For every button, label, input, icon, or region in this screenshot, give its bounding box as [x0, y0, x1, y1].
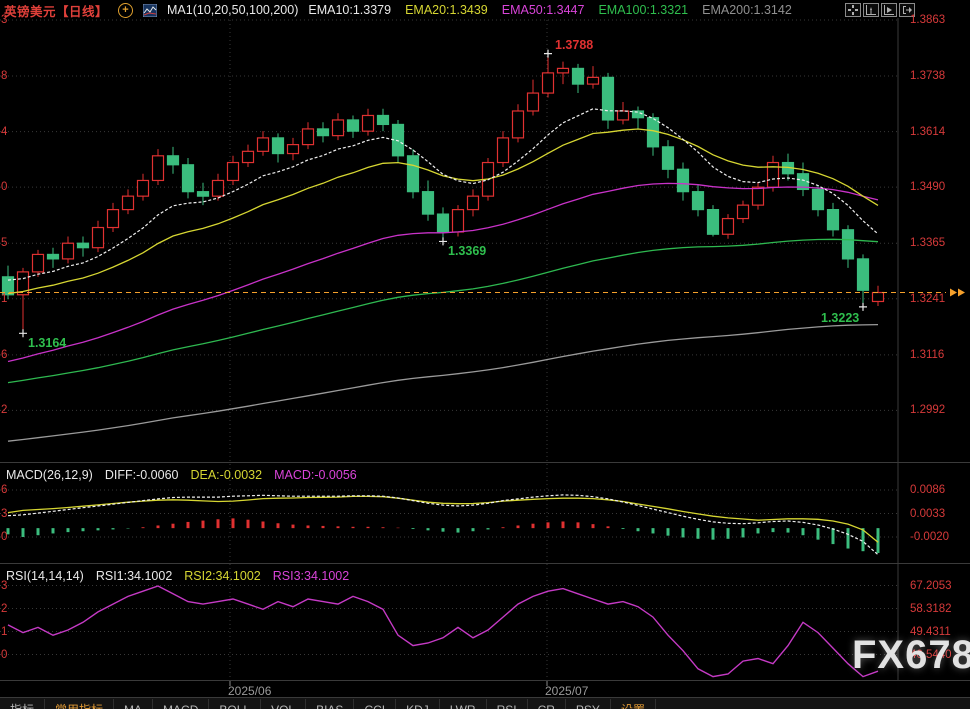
rsi3-value: RSI3:34.1002	[272, 569, 350, 583]
axis-label-left-clipped: 0	[1, 181, 8, 194]
ma-settings-label: MA1(10,20,50,100,200)	[167, 3, 299, 17]
axis-label-left-clipped: 1	[1, 625, 8, 638]
axis-label: 67.2053	[910, 579, 952, 592]
macd-diff-value: DIFF:-0.0060	[104, 468, 179, 482]
axis-label-left-clipped: 2	[1, 404, 8, 417]
axis-label: 1.3863	[910, 14, 946, 26]
toolbar-item-cjk13[interactable]: 设置	[611, 698, 656, 709]
macd-macd-value: MACD:-0.0056	[274, 468, 357, 482]
ema-legend-item-0: EMA10:1.3379	[308, 3, 392, 17]
toolbar-item-LWR[interactable]: LWR	[440, 698, 487, 709]
toolbar-item-RSI[interactable]: RSI	[487, 698, 528, 709]
axis-label-left-clipped: 6	[1, 484, 8, 496]
axis-label-left-clipped: 0	[1, 531, 8, 543]
toolbar-item-MA[interactable]: MA	[114, 698, 154, 709]
axis-label: 1.3116	[910, 348, 945, 361]
rsi1-value: RSI1:34.1002	[95, 569, 173, 583]
add-indicator-icon[interactable]: +	[118, 2, 134, 18]
june-low-label: 1.3369	[448, 244, 487, 259]
date-label-2025-06: 2025/06	[228, 684, 272, 698]
axis-label: 0.0033	[910, 507, 946, 520]
axis-label-left-clipped: 8	[1, 70, 8, 83]
axis-label: 1.3490	[910, 181, 946, 194]
toolbar-item-cjk0[interactable]: 指标	[0, 698, 46, 709]
axis-label-left-clipped: 2	[1, 602, 8, 615]
trading-app-window: 英镑美元【日线】 + MA1(10,20,50,100,200) EMA10:1…	[0, 0, 970, 709]
ema-legend-item-1: EMA20:1.3439	[405, 3, 488, 17]
axis-label-left-clipped: 5	[1, 237, 8, 250]
axis-label-left-clipped: 4	[1, 125, 8, 138]
axis-label: -0.0020	[910, 531, 950, 543]
axis-label: 0.0086	[910, 484, 946, 496]
watermark: FX678	[852, 633, 970, 677]
axis-play-icon[interactable]	[881, 3, 897, 17]
axis-label-left-clipped: 3	[1, 507, 8, 520]
toolbar-item-BIAS[interactable]: BIAS	[306, 698, 355, 709]
axis-label: 1.3738	[910, 70, 946, 83]
period-high-label: 1.3788	[555, 37, 594, 52]
may-low-label: 1.3164	[28, 336, 67, 351]
axis-label: 1.3614	[910, 125, 946, 138]
toolbar-item-PSY[interactable]: PSY	[566, 698, 611, 709]
ema-legend: EMA10:1.3379 EMA20:1.3439 EMA50:1.3447 EMA1…	[308, 3, 791, 17]
chart-header: 英镑美元【日线】 + MA1(10,20,50,100,200) EMA10:1…	[4, 2, 792, 19]
july-low-label: 1.3223	[821, 310, 860, 325]
chart-canvas[interactable]	[0, 0, 970, 709]
rsi2-value: RSI2:34.1002	[184, 569, 261, 583]
axis-label-left-clipped: 0	[1, 648, 8, 661]
axis-label-left-clipped: 1	[1, 292, 8, 305]
rsi-pane-header: RSI(14,14,14) RSI1:34.1002 RSI2:34.1002 …	[6, 569, 349, 583]
axis-label-left-clipped: 6	[1, 348, 8, 361]
indicator-toolbar: 指标常用指标MAMACDBOLLVOLBIASCCIKDJLWRRSICRPSY…	[0, 697, 970, 709]
symbol-title: 英镑美元【日线】	[4, 4, 109, 19]
macd-pane-header: MACD(26,12,9) DIFF:-0.0060 DEA:-0.0032 M…	[6, 468, 357, 482]
axis-label: 1.3241	[910, 292, 946, 305]
ema-legend-item-2: EMA50:1.3447	[501, 3, 585, 17]
macd-title: MACD(26,12,9)	[6, 468, 93, 482]
macd-dea-value: DEA:-0.0032	[190, 468, 263, 482]
axis-label: 1.3365	[910, 237, 946, 250]
toolbar-item-VOL[interactable]: VOL	[261, 698, 307, 709]
toolbar-item-KDJ[interactable]: KDJ	[396, 698, 440, 709]
candlestick-chart-icon[interactable]	[143, 3, 158, 17]
rsi-title: RSI(14,14,14)	[6, 569, 84, 583]
toolbar-item-CR[interactable]: CR	[528, 698, 566, 709]
axis-label: 1.2992	[910, 404, 946, 417]
toolbar-item-BOLL[interactable]: BOLL	[209, 698, 262, 709]
ema-legend-item-3: EMA100:1.3321	[598, 3, 689, 17]
crosshair-move-icon[interactable]	[845, 3, 861, 17]
toolbar-item-CCI[interactable]: CCI	[354, 698, 397, 709]
toolbar-item-MACD[interactable]: MACD	[153, 698, 210, 709]
y-axis-scale-icon[interactable]	[863, 3, 879, 17]
axis-label: 58.3182	[910, 602, 952, 615]
date-label-2025-07: 2025/07	[545, 684, 589, 698]
toolbar-item-cjk1[interactable]: 常用指标	[45, 698, 115, 709]
ema-legend-item-4: EMA200:1.3142	[702, 3, 792, 17]
